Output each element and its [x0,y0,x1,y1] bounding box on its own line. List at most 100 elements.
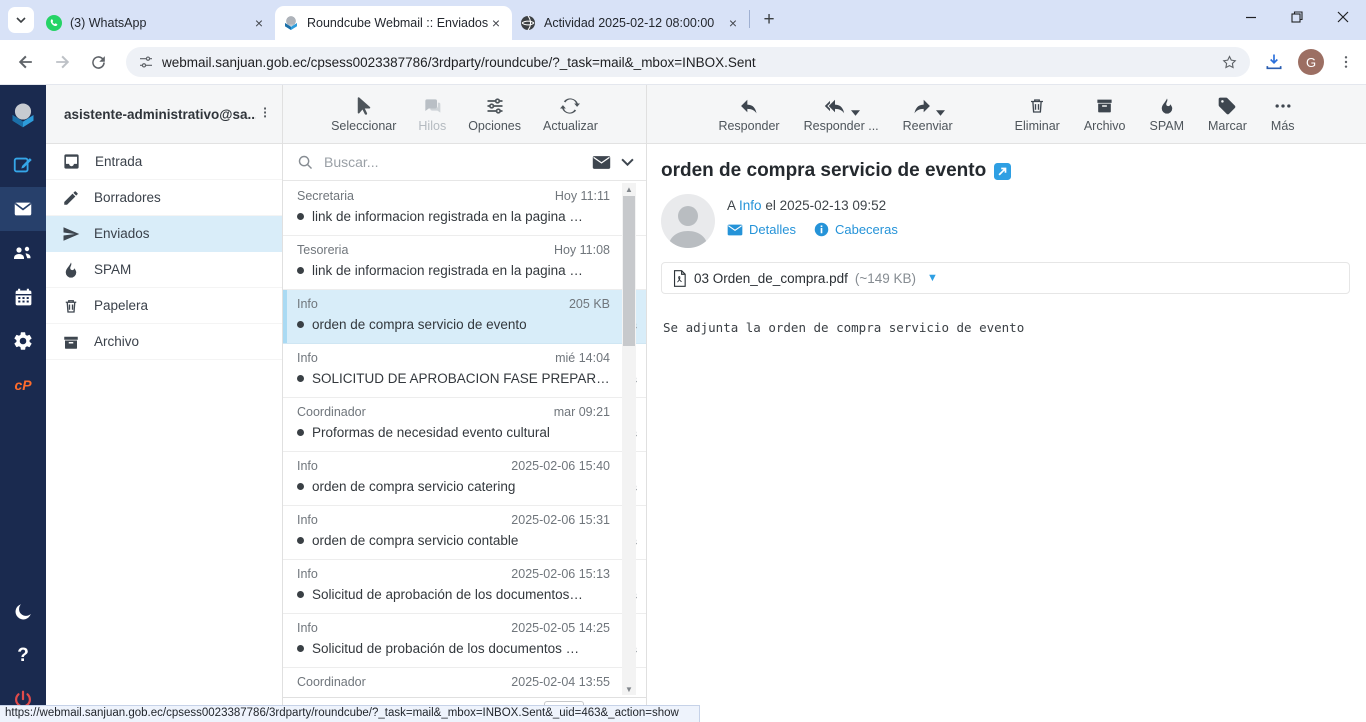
attachment-menu-caret-icon[interactable]: ▼ [927,272,938,284]
spam-button[interactable]: SPAM [1150,96,1185,133]
folder-papelera[interactable]: Papelera [46,288,282,324]
message-subject: Proformas de necesidad evento cultural [312,425,610,440]
compose-button[interactable] [0,143,46,187]
downloads-icon[interactable] [1264,52,1284,72]
message-date: Hoy 11:11 [555,189,610,203]
url-text[interactable]: webmail.sanjuan.gob.ec/cpsess0023387786/… [162,55,1213,70]
new-tab-button[interactable]: + [756,7,782,33]
unread-dot [297,483,304,490]
bookmark-star-icon[interactable] [1221,54,1238,71]
options-button[interactable]: Opciones [468,96,521,133]
tab-close-icon[interactable]: × [488,15,504,31]
message-row[interactable]: Coordinador 2025-02-04 13:55 [283,668,646,697]
trash-icon [62,297,80,315]
account-menu-icon[interactable]: ⁝ [256,106,274,122]
message-date: Hoy 11:08 [554,243,610,257]
search-scope-mail-icon[interactable] [592,155,611,170]
list-scrollbar[interactable]: ▲ ▼ [622,183,636,695]
app-rail: cP ? [0,85,46,722]
tab-close-icon[interactable]: × [251,15,267,31]
account-email: asistente-administrativo@sa... [64,107,256,122]
message-row[interactable]: Tesoreria Hoy 11:08 link de informacion … [283,236,646,290]
refresh-button[interactable]: Actualizar [543,96,598,133]
message-row[interactable]: Info 2025-02-06 15:31 orden de compra se… [283,506,646,560]
message-subject: link de informacion registrada en la pag… [312,209,610,224]
threads-button[interactable]: Hilos [418,96,446,133]
message-row[interactable]: Info 2025-02-06 15:13 Solicitud de aprob… [283,560,646,614]
tab-strip: (3) WhatsApp × Roundcube Webmail :: Envi… [0,0,1366,40]
folder-enviados[interactable]: Enviados [46,216,282,252]
tab-actividad[interactable]: Actividad 2025-02-12 08:00:00 × [512,6,749,40]
search-bar[interactable]: Buscar... [283,144,646,181]
folder-archivo[interactable]: Archivo [46,324,282,360]
search-icon [297,154,314,171]
message-subject: Solicitud de aprobación de los documento… [312,587,610,602]
back-button[interactable] [12,48,40,76]
person-icon [661,202,715,248]
sender-avatar [661,194,715,248]
forward-button[interactable]: Reenviar [903,96,953,133]
settings-nav-button[interactable] [0,319,46,363]
tab-whatsapp[interactable]: (3) WhatsApp × [38,6,275,40]
roundcube-logo [0,93,46,137]
site-settings-icon[interactable] [138,54,154,70]
minimize-button[interactable] [1228,0,1274,34]
unread-dot [297,321,304,328]
folder-spam[interactable]: SPAM [46,252,282,288]
browser-menu-icon[interactable] [1338,54,1354,70]
folder-entrada[interactable]: Entrada [46,144,282,180]
search-options-chevron-icon[interactable] [621,158,634,166]
search-input[interactable]: Buscar... [324,154,582,170]
scrollbar-thumb[interactable] [623,196,635,346]
close-window-button[interactable] [1320,0,1366,34]
url-bar[interactable]: webmail.sanjuan.gob.ec/cpsess0023387786/… [126,47,1250,77]
profile-avatar[interactable]: G [1298,49,1324,75]
unread-dot [297,645,304,652]
contacts-nav-button[interactable] [0,231,46,275]
details-link[interactable]: Detalles [727,222,796,237]
tab-close-icon[interactable]: × [725,15,741,31]
delete-button[interactable]: Eliminar [1015,96,1060,133]
message-row[interactable]: Info 2025-02-06 15:40 orden de compra se… [283,452,646,506]
message-row[interactable]: Info 2025-02-05 14:25 Solicitud de proba… [283,614,646,668]
browser-window: (3) WhatsApp × Roundcube Webmail :: Envi… [0,0,1366,722]
archive-button[interactable]: Archivo [1084,96,1126,133]
cpanel-link[interactable]: cP [0,363,46,407]
scroll-up-icon[interactable]: ▲ [622,183,636,195]
folder-pane: asistente-administrativo@sa... ⁝ Entrada… [46,85,283,722]
message-row[interactable]: Info 205 KB orden de compra servicio de … [283,290,646,344]
message-row[interactable]: Secretaria Hoy 11:11 link de informacion… [283,182,646,236]
reply-button[interactable]: Responder [718,96,779,133]
attachment-name[interactable]: 03 Orden_de_compra.pdf [694,271,848,286]
unread-dot [297,537,304,544]
headers-link[interactable]: Cabeceras [814,222,898,237]
flame-icon [1158,96,1176,116]
forward-caret-icon [936,110,945,116]
reply-all-button[interactable]: Responder ... [804,96,879,133]
attachment-row[interactable]: 03 Orden_de_compra.pdf (~149 KB) ▼ [661,262,1350,294]
restore-button[interactable] [1274,0,1320,34]
forward-button[interactable] [48,48,76,76]
message-view-pane: Responder Responder ... Reenviar [647,85,1366,722]
message-row[interactable]: Info mié 14:04 SOLICITUD DE APROBACION F… [283,344,646,398]
account-header: asistente-administrativo@sa... ⁝ [46,85,282,144]
unread-dot [297,591,304,598]
tab-roundcube[interactable]: Roundcube Webmail :: Enviados × [275,6,512,40]
select-button[interactable]: Seleccionar [331,96,396,133]
more-button[interactable]: Más [1271,96,1295,133]
mail-nav-button[interactable] [0,187,46,231]
tab-scroll-button[interactable] [8,7,34,33]
mark-button[interactable]: Marcar [1208,96,1247,133]
scroll-down-icon[interactable]: ▼ [622,683,636,695]
recipient-link[interactable]: Info [739,198,762,213]
message-subject: orden de compra servicio catering [312,479,610,494]
reload-button[interactable] [84,48,112,76]
globe-icon [520,15,536,31]
open-in-new-window-icon[interactable] [994,163,1011,180]
message-row[interactable]: Coordinador mar 09:21 Proformas de neces… [283,398,646,452]
dark-mode-button[interactable] [0,590,46,634]
folder-borradores[interactable]: Borradores [46,180,282,216]
roundcube-app: cP ? asistente-administrativo@sa... ⁝ En… [0,85,1366,722]
calendar-nav-button[interactable] [0,275,46,319]
help-button[interactable]: ? [0,634,46,678]
